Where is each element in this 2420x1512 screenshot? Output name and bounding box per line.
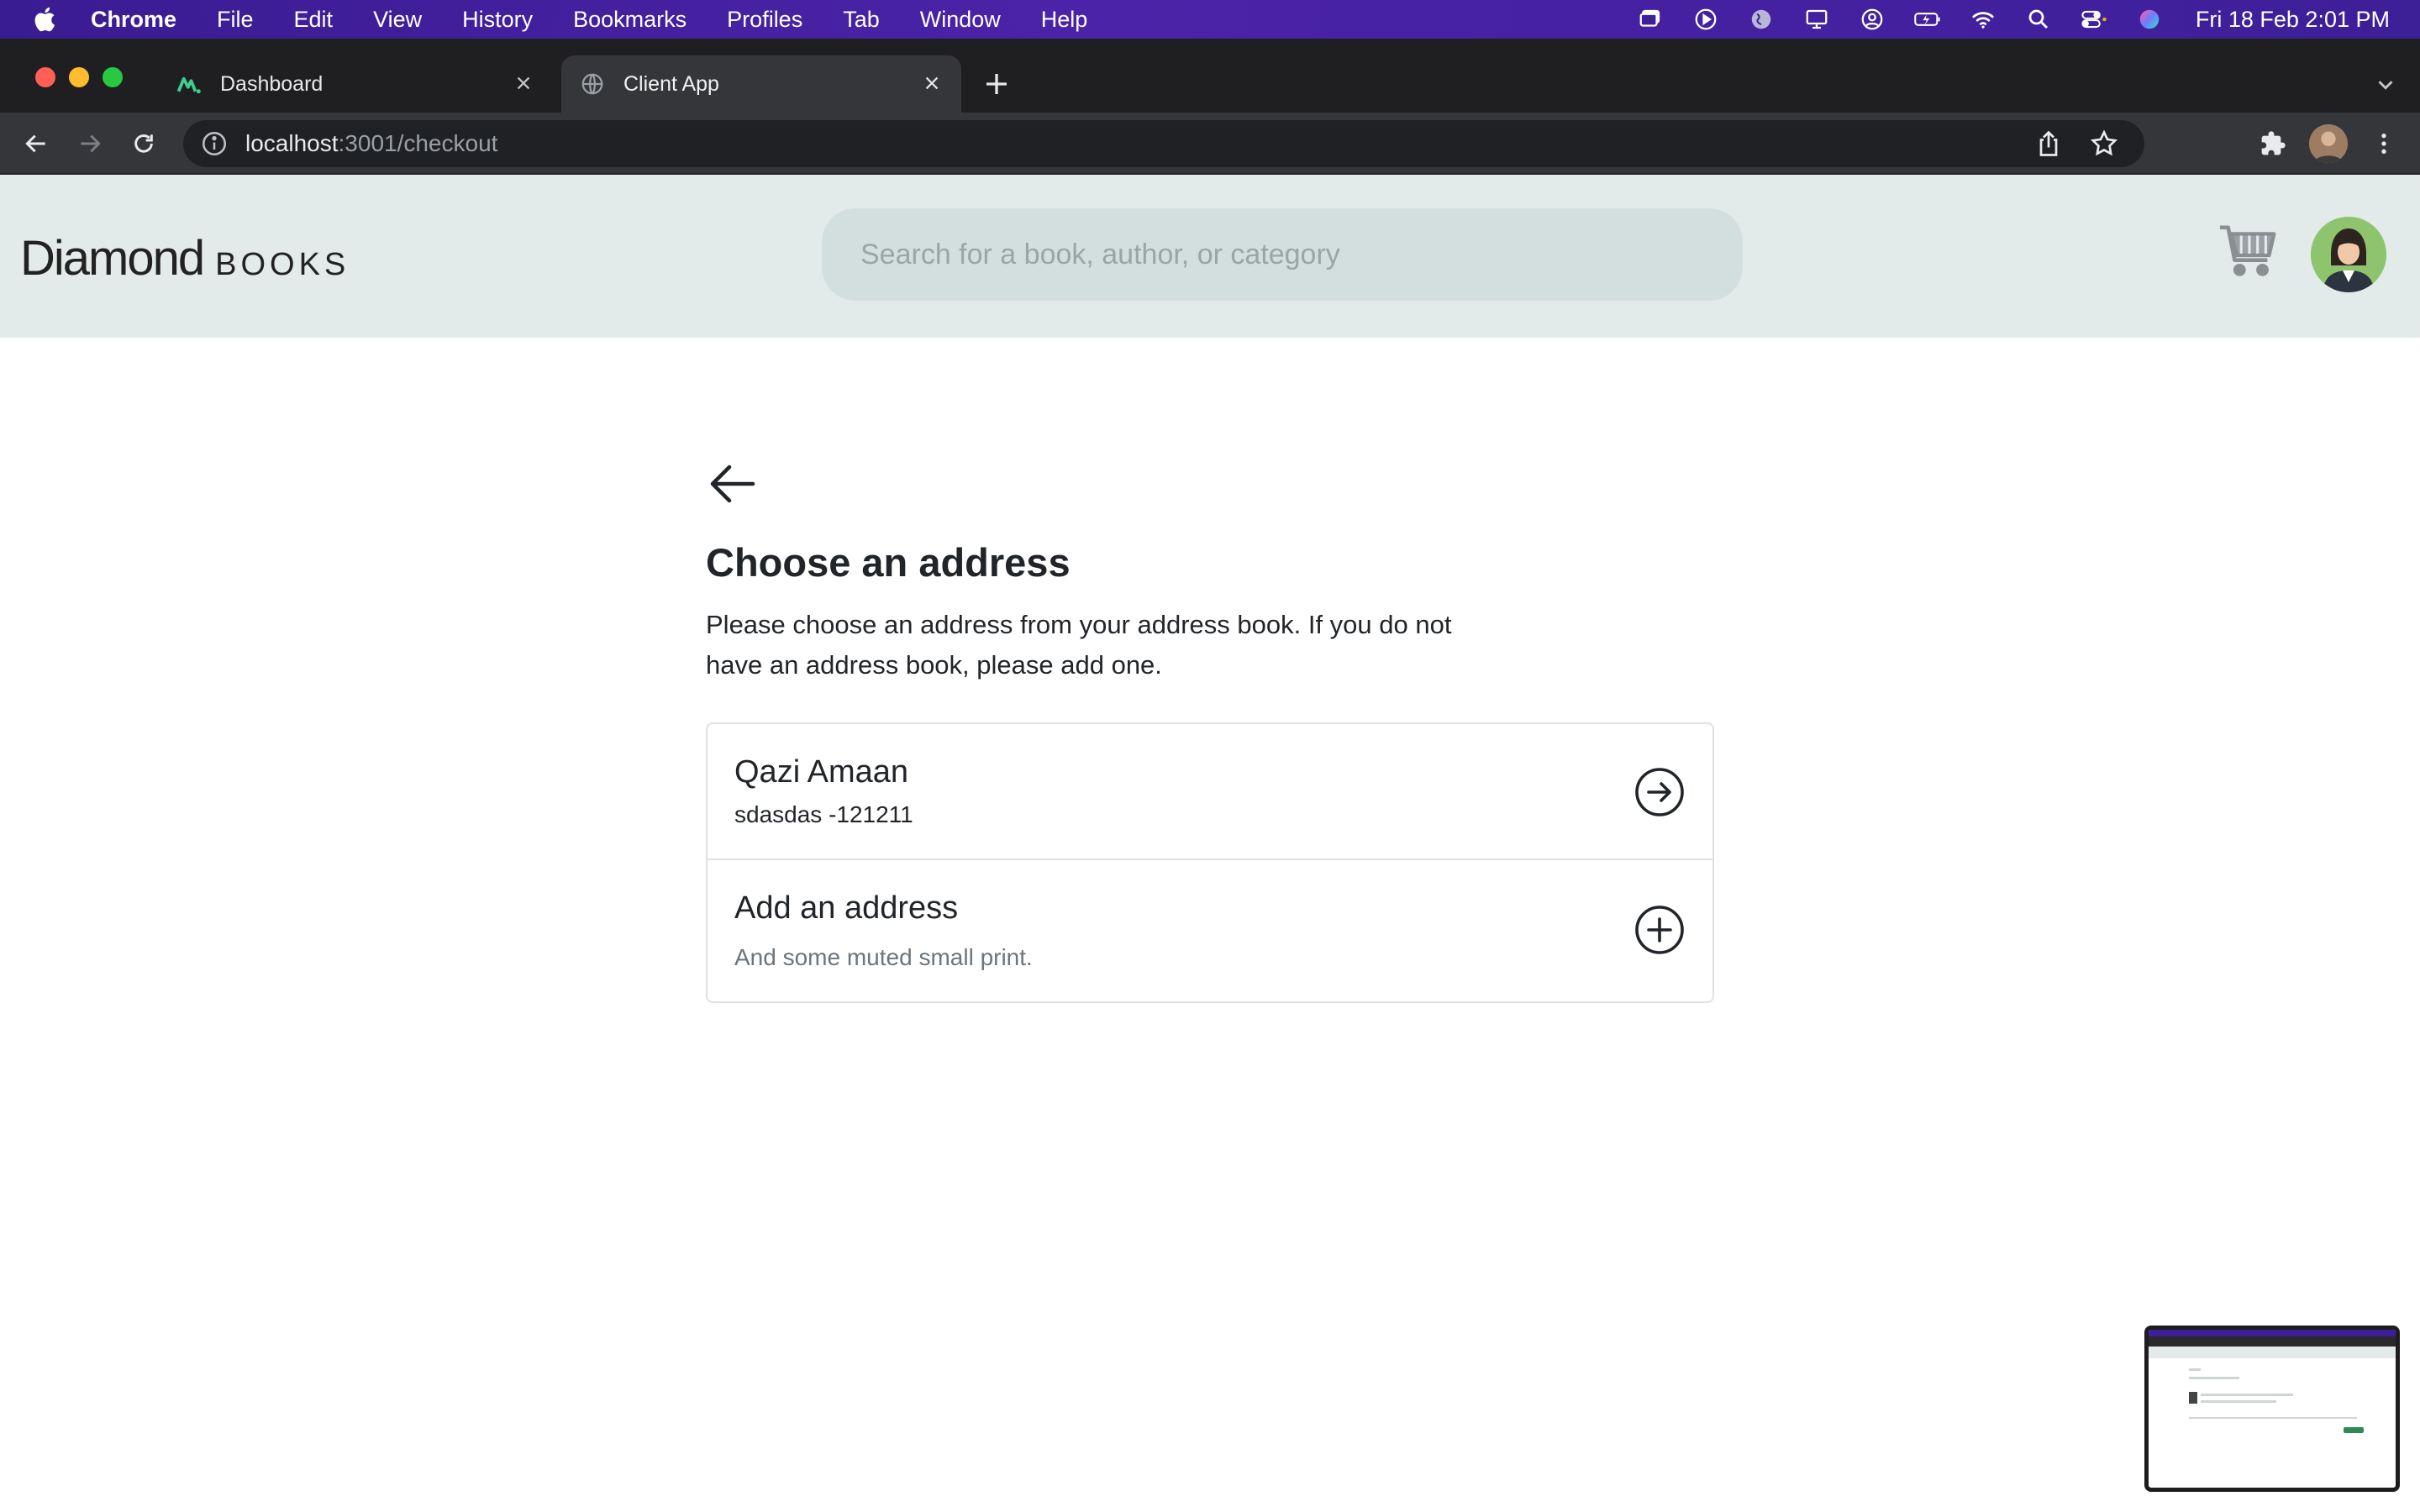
address-detail: sdasdas -121211 <box>734 801 913 827</box>
tab-dashboard[interactable]: Dashboard <box>168 55 553 113</box>
tab-close-icon[interactable] <box>511 71 536 96</box>
diamond-books-logo[interactable]: Diamond BOOKS <box>20 230 350 286</box>
tab-close-icon[interactable] <box>919 71 944 96</box>
globe-favicon-icon <box>581 73 603 95</box>
page-title: Choose an address <box>706 540 1071 585</box>
url-path: :3001/checkout <box>338 130 498 156</box>
app-header: Diamond BOOKS <box>0 175 2420 338</box>
share-icon[interactable] <box>2033 129 2064 159</box>
user-avatar[interactable] <box>2311 217 2386 292</box>
screen-share-icon[interactable] <box>1636 5 1665 34</box>
screenshot-preview-thumbnail[interactable] <box>2144 1326 2400 1492</box>
logo-sub-text: BOOKS <box>215 247 350 282</box>
thumbnail-line <box>2189 1368 2201 1371</box>
url-host: localhost <box>245 130 339 156</box>
menu-edit[interactable]: Edit <box>294 7 334 33</box>
globe-icon[interactable] <box>1747 5 1776 34</box>
cart-icon[interactable] <box>2218 222 2277 279</box>
page-description: Please choose an address from your addre… <box>706 610 1452 680</box>
tab-search-chevron-icon[interactable] <box>2373 72 2398 97</box>
menu-view[interactable]: View <box>373 7 422 33</box>
dashboard-favicon-icon <box>176 76 201 94</box>
spotlight-search-icon[interactable] <box>2024 5 2053 34</box>
plus-circle-icon[interactable] <box>1634 904 1686 956</box>
site-info-icon[interactable] <box>200 129 229 158</box>
menu-help[interactable]: Help <box>1041 7 1088 33</box>
thumbnail-tabs <box>2149 1336 2396 1347</box>
thumbnail-button <box>2344 1427 2364 1433</box>
address-card[interactable]: Qazi Amaan sdasdas -121211 <box>706 722 1714 860</box>
thumbnail-divider <box>2189 1417 2357 1419</box>
thumbnail-line <box>2201 1400 2276 1403</box>
browser-menu-icon[interactable] <box>2368 128 2400 160</box>
apple-logo-icon[interactable] <box>32 5 60 34</box>
macos-menubar: Chrome File Edit View History Bookmarks … <box>0 0 2420 39</box>
menu-tab[interactable]: Tab <box>843 7 880 33</box>
menu-window[interactable]: Window <box>920 7 1001 33</box>
play-circle-icon[interactable] <box>1691 5 1720 34</box>
reload-icon[interactable] <box>128 128 160 160</box>
thumbnail-line <box>2189 1377 2239 1379</box>
menu-bookmarks[interactable]: Bookmarks <box>573 7 687 33</box>
browser-toolbar: localhost:3001/checkout <box>0 113 2420 175</box>
tab-label: Client App <box>623 71 719 96</box>
menu-profiles[interactable]: Profiles <box>727 7 802 33</box>
add-address-title: Add an address <box>734 890 959 926</box>
extensions-puzzle-icon[interactable] <box>2257 128 2289 160</box>
menu-file[interactable]: File <box>217 7 254 33</box>
menu-history[interactable]: History <box>462 7 533 33</box>
address-name: Qazi Amaan <box>734 754 908 790</box>
siri-icon[interactable] <box>2135 5 2164 34</box>
tab-client-app[interactable]: Client App <box>561 55 961 113</box>
add-address-card[interactable]: Add an address And some muted small prin… <box>706 860 1714 1003</box>
arrow-right-circle-icon[interactable] <box>1634 766 1686 818</box>
new-tab-icon[interactable] <box>981 69 1012 99</box>
menubar-clock[interactable]: Fri 18 Feb 2:01 PM <box>2196 7 2390 33</box>
display-icon[interactable] <box>1802 5 1831 34</box>
back-arrow-icon[interactable] <box>706 460 758 507</box>
address-bar[interactable]: localhost:3001/checkout <box>183 120 2144 167</box>
user-circle-icon[interactable] <box>1858 5 1886 34</box>
bookmark-star-icon[interactable] <box>2089 129 2119 159</box>
thumbnail-header <box>2149 1347 2396 1358</box>
wifi-icon[interactable] <box>1969 5 1997 34</box>
window-close-button[interactable] <box>35 67 55 87</box>
logo-main-text: Diamond <box>20 231 205 286</box>
forward-nav-icon[interactable] <box>74 128 106 160</box>
thumbnail-menubar <box>2149 1330 2396 1336</box>
window-minimize-button[interactable] <box>69 67 89 87</box>
window-zoom-button[interactable] <box>103 67 123 87</box>
thumbnail-line <box>2201 1394 2293 1396</box>
battery-charging-icon[interactable] <box>1913 5 1942 34</box>
browser-profile-avatar[interactable] <box>2309 124 2348 163</box>
back-nav-icon[interactable] <box>20 128 52 160</box>
tab-label: Dashboard <box>220 71 324 96</box>
control-center-icon[interactable] <box>2080 5 2108 34</box>
menu-app-name[interactable]: Chrome <box>91 7 176 33</box>
thumbnail-book <box>2189 1392 2197 1404</box>
search-input[interactable] <box>822 208 1743 301</box>
add-address-subtitle: And some muted small print. <box>734 944 1033 970</box>
status-area: Fri 18 Feb 2:01 PM <box>1609 0 2390 39</box>
